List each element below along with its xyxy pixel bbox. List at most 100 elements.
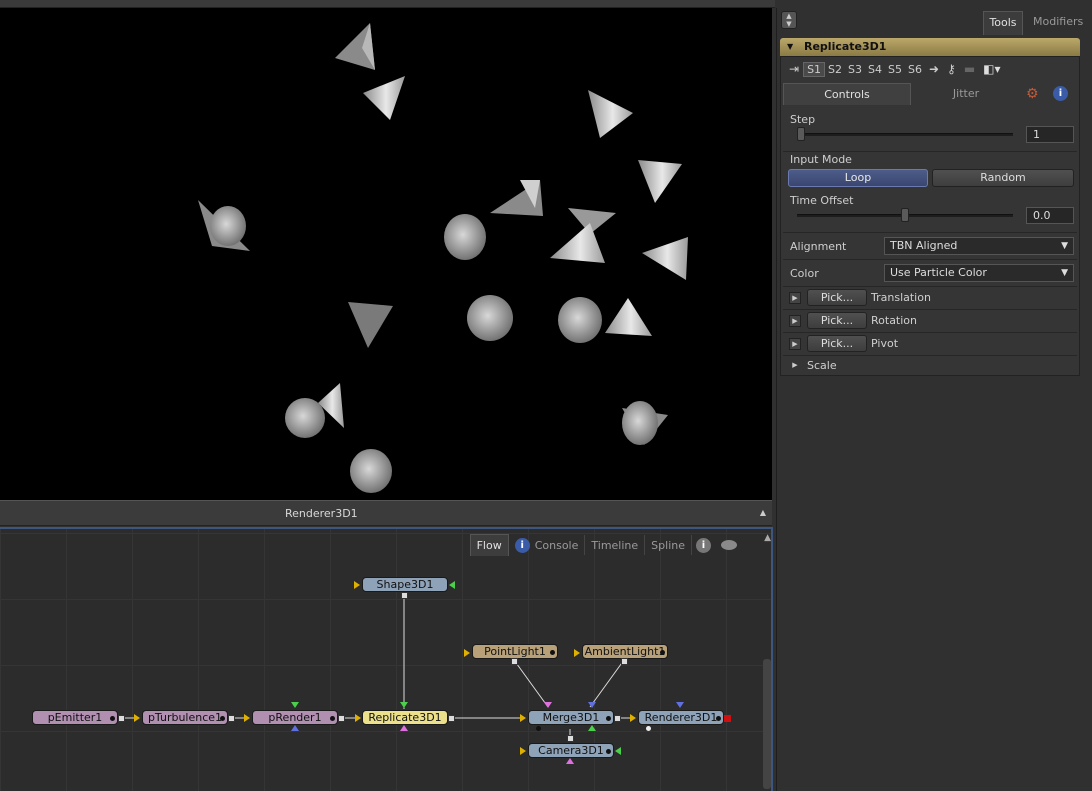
color-dropdown[interactable]: Use Particle Color ▼ xyxy=(884,264,1074,282)
expand-arrow-icon[interactable]: ▶ xyxy=(789,338,801,350)
node-label: pRender1 xyxy=(268,711,322,724)
node-pemitter[interactable]: pEmitter1 xyxy=(32,710,118,725)
key-icon[interactable]: ⚷ xyxy=(947,62,956,76)
step-slider-knob[interactable] xyxy=(797,127,805,141)
set-s4[interactable]: S4 xyxy=(865,63,885,76)
color-swatch-icon[interactable]: ◧▾ xyxy=(983,62,1000,76)
pick-pivot-button[interactable]: Pick... xyxy=(807,335,867,352)
node-status-dot xyxy=(550,650,555,655)
tab-controls[interactable]: Controls xyxy=(783,83,911,105)
random-button[interactable]: Random xyxy=(932,169,1074,187)
time-offset-slider-knob[interactable] xyxy=(901,208,909,222)
node-renderer3d[interactable]: Renderer3D1 xyxy=(638,710,724,725)
step-value-field[interactable]: 1 xyxy=(1026,126,1074,143)
tab-flow[interactable]: Flow xyxy=(469,534,509,556)
panel-toggle-button[interactable]: ▲ ▼ xyxy=(781,11,797,29)
set-s2[interactable]: S2 xyxy=(825,63,845,76)
expand-arrow-icon[interactable]: ▶ xyxy=(789,315,801,327)
node-merge3d[interactable]: Merge3D1 xyxy=(528,710,614,725)
comment-icon[interactable]: ▬ xyxy=(964,62,975,76)
node-ambientlight[interactable]: AmbientLight1 xyxy=(582,644,668,659)
tab-timeline[interactable]: Timeline xyxy=(585,535,646,555)
cone-shape xyxy=(335,23,375,70)
chevron-down-icon: ▼ xyxy=(1061,268,1068,278)
pin-icon[interactable]: ⇥ xyxy=(789,62,799,76)
set-s5[interactable]: S5 xyxy=(885,63,905,76)
input-arrow-icon xyxy=(574,649,580,657)
expand-up-icon[interactable]: ▲ xyxy=(764,533,771,543)
node-output-port[interactable] xyxy=(338,715,345,722)
info-icon[interactable]: i xyxy=(1053,86,1068,101)
node-replicate3d[interactable]: Replicate3D1 xyxy=(362,710,448,725)
collapse-icon[interactable]: ▼ xyxy=(787,38,793,56)
arrow-right-icon[interactable]: ➜ xyxy=(929,62,939,76)
cone-shape xyxy=(490,180,543,216)
tab-spline[interactable]: Spline xyxy=(645,535,692,555)
output-arrow-icon xyxy=(449,581,455,589)
pick-translation-button[interactable]: Pick... xyxy=(807,289,867,306)
info-icon[interactable]: i xyxy=(696,537,711,553)
divider xyxy=(783,309,1077,310)
node-label: Camera3D1 xyxy=(538,744,604,757)
step-slider[interactable] xyxy=(797,133,1013,136)
node-output-port[interactable] xyxy=(401,592,408,599)
expand-arrow-icon[interactable]: ▶ xyxy=(789,292,801,304)
chevron-down-icon: ▼ xyxy=(1061,241,1068,251)
cone-shape xyxy=(198,200,250,251)
control-tabs: Controls Jitter ⚙ i xyxy=(781,81,1079,105)
input-arrow-icon xyxy=(520,714,526,722)
pick-rotation-button[interactable]: Pick... xyxy=(807,312,867,329)
cone-shape xyxy=(363,76,405,120)
node-prender[interactable]: pRender1 xyxy=(252,710,338,725)
node-output-port[interactable] xyxy=(567,735,574,742)
comment-icon[interactable] xyxy=(721,540,737,550)
tab-modifiers[interactable]: Modifiers xyxy=(1033,11,1083,33)
time-offset-value-field[interactable]: 0.0 xyxy=(1026,207,1074,224)
node-output-port[interactable] xyxy=(614,715,621,722)
tab-console[interactable]: i Console xyxy=(509,535,586,555)
node-output-port[interactable] xyxy=(511,658,518,665)
tab-spline-label: Spline xyxy=(651,538,685,552)
node-output-port[interactable] xyxy=(118,715,125,722)
tool-header[interactable]: ▼ Replicate3D1 xyxy=(780,38,1080,56)
node-status-dot xyxy=(110,716,115,721)
tab-jitter[interactable]: Jitter xyxy=(921,84,1011,104)
expand-up-icon[interactable]: ▲ xyxy=(760,508,766,517)
set-s3[interactable]: S3 xyxy=(845,63,865,76)
scale-label: Scale xyxy=(807,359,837,372)
flow-scrollbar[interactable] xyxy=(763,659,771,789)
node-output-port[interactable] xyxy=(621,658,628,665)
node-status-dot xyxy=(220,716,225,721)
node-label: Replicate3D1 xyxy=(368,711,442,724)
gear-icon[interactable]: ⚙ xyxy=(1026,86,1039,102)
node-shape3d[interactable]: Shape3D1 xyxy=(362,577,448,592)
info-icon: i xyxy=(514,537,530,553)
tab-flow-label: Flow xyxy=(476,539,502,552)
node-label: Shape3D1 xyxy=(376,578,434,591)
sphere-shape xyxy=(444,214,486,260)
3d-viewport[interactable] xyxy=(0,8,772,500)
set-s6[interactable]: S6 xyxy=(905,63,925,76)
input-arrow-icon xyxy=(400,702,408,708)
alignment-dropdown[interactable]: TBN Aligned ▼ xyxy=(884,237,1074,255)
tools-panel: ▲ ▼ Tools Modifiers ▼ Replicate3D1 ⇥ S1 S… xyxy=(776,8,1092,791)
loop-button[interactable]: Loop xyxy=(788,169,928,187)
node-pturbulence[interactable]: pTurbulence1 xyxy=(142,710,228,725)
node-label: Renderer3D1 xyxy=(644,711,718,724)
set-s1[interactable]: S1 xyxy=(803,61,826,77)
tab-tools[interactable]: Tools xyxy=(983,11,1023,35)
divider xyxy=(783,355,1077,356)
viewport-label-bar: Renderer3D1 ▲ xyxy=(0,500,772,526)
scale-row[interactable]: ▶ Scale xyxy=(789,357,1077,375)
node-pointlight[interactable]: PointLight1 xyxy=(472,644,558,659)
flow-view[interactable]: Flow i Console Timeline Spline i ▲ Shape3… xyxy=(0,527,773,791)
node-output-port[interactable] xyxy=(228,715,235,722)
expand-arrow-icon[interactable]: ▶ xyxy=(789,360,801,372)
node-camera3d[interactable]: Camera3D1 xyxy=(528,743,614,758)
node-output-port[interactable] xyxy=(448,715,455,722)
pivot-label: Pivot xyxy=(871,337,899,350)
input-arrow-icon xyxy=(544,702,552,708)
cone-shape xyxy=(622,401,668,445)
node-status-dot xyxy=(606,716,611,721)
node-output-port[interactable] xyxy=(724,715,731,722)
